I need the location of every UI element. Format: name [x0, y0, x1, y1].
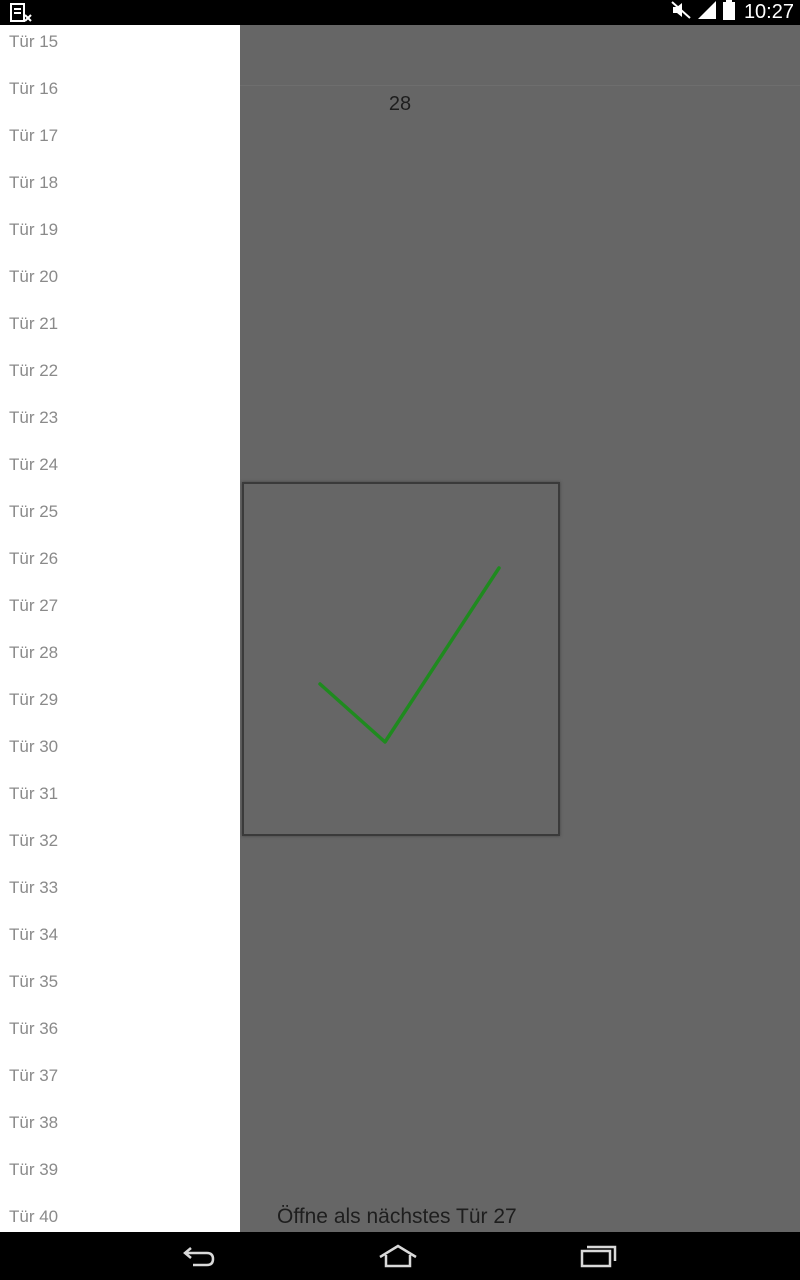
drawer-item-tuer-35[interactable]: Tür 35 — [0, 967, 240, 1014]
door-list: Tür 15 Tür 16 Tür 17 Tür 18 Tür 19 Tür 2… — [0, 27, 240, 1232]
drawer-item-tuer-32[interactable]: Tür 32 — [0, 826, 240, 873]
system-nav-bar — [0, 1232, 800, 1280]
battery-icon — [722, 0, 736, 26]
drawer-item-tuer-34[interactable]: Tür 34 — [0, 920, 240, 967]
home-button[interactable] — [373, 1240, 423, 1272]
drawer-item-tuer-19[interactable]: Tür 19 — [0, 215, 240, 262]
drawer-item-tuer-40[interactable]: Tür 40 — [0, 1202, 240, 1232]
drawer-item-tuer-27[interactable]: Tür 27 — [0, 591, 240, 638]
drawer-item-tuer-26[interactable]: Tür 26 — [0, 544, 240, 591]
drawer-item-tuer-22[interactable]: Tür 22 — [0, 356, 240, 403]
drawer-item-tuer-31[interactable]: Tür 31 — [0, 779, 240, 826]
recent-apps-icon — [580, 1245, 617, 1268]
navigation-drawer[interactable]: Tür 15 Tür 16 Tür 17 Tür 18 Tür 19 Tür 2… — [0, 25, 240, 1232]
drawer-item-tuer-36[interactable]: Tür 36 — [0, 1014, 240, 1061]
status-icons: 10:27 — [670, 0, 794, 25]
door-counter: 28 — [388, 93, 412, 115]
sim-card-missing-icon — [10, 3, 34, 23]
door-check-button[interactable] — [242, 482, 560, 836]
back-icon — [183, 1247, 215, 1267]
drawer-item-tuer-30[interactable]: Tür 30 — [0, 732, 240, 779]
mute-icon — [670, 0, 692, 25]
drawer-item-tuer-23[interactable]: Tür 23 — [0, 403, 240, 450]
drawer-item-tuer-15[interactable]: Tür 15 — [0, 27, 240, 74]
status-time: 10:27 — [743, 1, 794, 23]
checkmark-icon — [318, 566, 501, 744]
drawer-item-tuer-17[interactable]: Tür 17 — [0, 121, 240, 168]
drawer-item-tuer-20[interactable]: Tür 20 — [0, 262, 240, 309]
status-bar: 10:27 — [0, 0, 800, 25]
drawer-item-tuer-29[interactable]: Tür 29 — [0, 685, 240, 732]
back-button[interactable] — [174, 1240, 224, 1272]
drawer-item-tuer-18[interactable]: Tür 18 — [0, 168, 240, 215]
drawer-item-tuer-16[interactable]: Tür 16 — [0, 74, 240, 121]
drawer-item-tuer-33[interactable]: Tür 33 — [0, 873, 240, 920]
drawer-item-tuer-39[interactable]: Tür 39 — [0, 1155, 240, 1202]
drawer-item-tuer-38[interactable]: Tür 38 — [0, 1108, 240, 1155]
drawer-item-tuer-25[interactable]: Tür 25 — [0, 497, 240, 544]
drawer-item-tuer-24[interactable]: Tür 24 — [0, 450, 240, 497]
next-door-label: Öffne als nächstes Tür 27 — [277, 1205, 517, 1228]
drawer-item-tuer-28[interactable]: Tür 28 — [0, 638, 240, 685]
drawer-item-tuer-21[interactable]: Tür 21 — [0, 309, 240, 356]
recent-apps-button[interactable] — [573, 1240, 623, 1272]
home-icon — [379, 1244, 417, 1268]
drawer-item-tuer-37[interactable]: Tür 37 — [0, 1061, 240, 1108]
signal-icon — [696, 0, 718, 25]
